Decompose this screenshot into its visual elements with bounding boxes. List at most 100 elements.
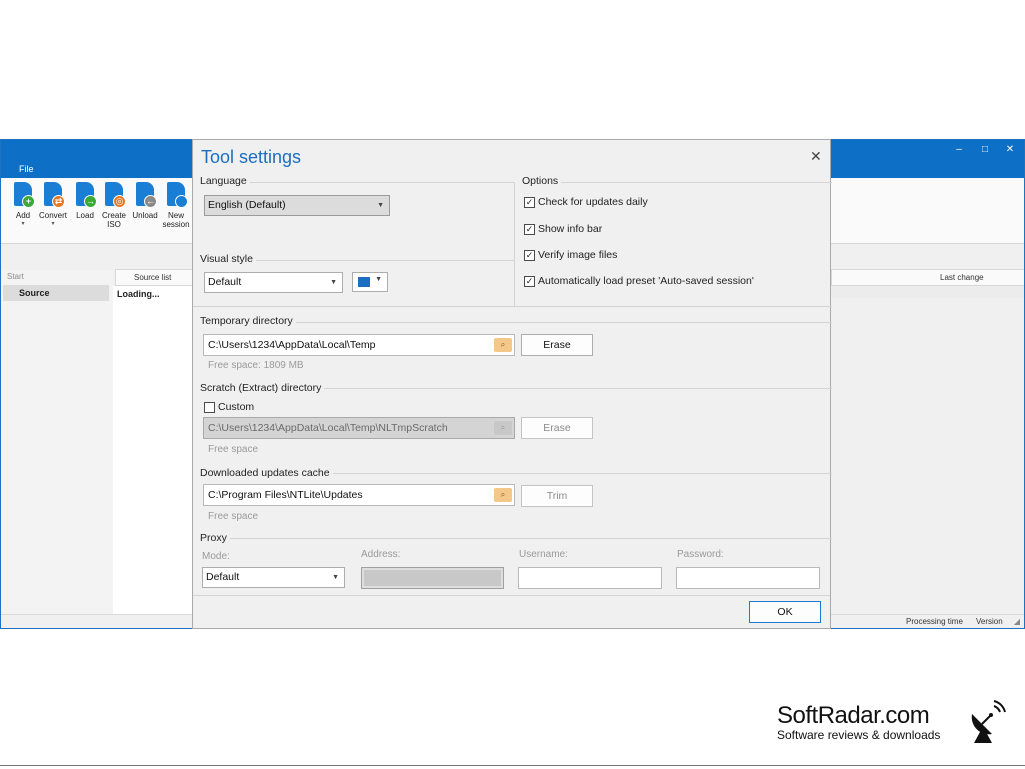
proxy-address-label: Address: bbox=[361, 549, 401, 560]
ribbon-button-label: Unload bbox=[132, 211, 158, 220]
source-list-area bbox=[113, 286, 195, 614]
list-row bbox=[831, 286, 1024, 298]
add-icon: + bbox=[12, 182, 35, 208]
softradar-watermark: SoftRadar.com Software reviews & downloa… bbox=[777, 702, 940, 742]
folder-browse-icon[interactable]: ⌕ bbox=[494, 488, 512, 502]
proxy-password-label: Password: bbox=[677, 549, 724, 560]
scratch-dir-input[interactable]: C:\Users\1234\AppData\Local\Temp\NLTmpSc… bbox=[203, 417, 515, 439]
option-checkbox[interactable]: ✓ Automatically load preset 'Auto-saved s… bbox=[524, 275, 754, 287]
language-value: English (Default) bbox=[208, 199, 286, 211]
chevron-down-icon: ▼ bbox=[332, 574, 339, 581]
checkbox-box: ✓ bbox=[524, 196, 535, 208]
ribbon-button-create-iso[interactable]: ◎ Create ISO bbox=[100, 182, 128, 229]
language-select[interactable]: English (Default) ▼ bbox=[204, 195, 390, 216]
accent-color-picker[interactable]: ▼ bbox=[352, 272, 388, 292]
option-label: Show info bar bbox=[538, 223, 603, 235]
trim-button[interactable]: Trim bbox=[521, 485, 593, 507]
visual-style-value: Default bbox=[208, 276, 242, 288]
ribbon-button-load[interactable]: → Load bbox=[71, 182, 99, 220]
resize-grip-icon[interactable]: ◢ bbox=[1014, 617, 1020, 626]
option-label: Check for updates daily bbox=[538, 196, 648, 208]
option-label: Automatically load preset 'Auto-saved se… bbox=[538, 275, 754, 287]
checkbox-box: ✓ bbox=[524, 249, 535, 261]
temp-dir-input[interactable]: C:\Users\1234\AppData\Local\Temp ⌕ bbox=[203, 334, 515, 356]
checkbox-box bbox=[204, 401, 215, 413]
visual-style-label: Visual style bbox=[200, 253, 256, 265]
chevron-down-icon: ▼ bbox=[375, 276, 382, 283]
status-version: Version bbox=[976, 617, 1003, 626]
proxy-mode-label: Mode: bbox=[202, 551, 230, 562]
chevron-down-icon: ▼ bbox=[377, 202, 384, 209]
ribbon-button-label: Convert bbox=[39, 211, 68, 220]
folder-browse-icon[interactable]: ⌕ bbox=[494, 338, 512, 352]
erase-scratch-button[interactable]: Erase bbox=[521, 417, 593, 439]
option-checkbox[interactable]: ✓ Show info bar bbox=[524, 223, 602, 235]
close-icon[interactable]: ✕ bbox=[810, 148, 822, 165]
status-processing-time: Processing time bbox=[906, 617, 963, 626]
start-header: Start bbox=[7, 272, 24, 281]
dialog-title: Tool settings bbox=[201, 147, 302, 167]
watermark-name: SoftRadar.com bbox=[777, 702, 930, 729]
ribbon-button-new-session[interactable]: New session bbox=[162, 182, 190, 229]
convert-icon: ⇄ bbox=[42, 182, 65, 208]
file-menu[interactable]: File bbox=[19, 164, 34, 174]
updates-cache-path: C:\Program Files\NTLite\Updates bbox=[208, 489, 363, 501]
unload-icon: ← bbox=[134, 182, 157, 208]
scratch-dir-label: Scratch (Extract) directory bbox=[200, 382, 325, 394]
checkbox-box: ✓ bbox=[524, 223, 535, 235]
proxy-address-input[interactable] bbox=[361, 567, 504, 589]
source-list-column-header[interactable]: Source list bbox=[115, 269, 195, 286]
temp-dir-path: C:\Users\1234\AppData\Local\Temp bbox=[208, 339, 376, 351]
erase-temp-button[interactable]: Erase bbox=[521, 334, 593, 356]
ribbon-button-convert[interactable]: ⇄ Convert ▾ bbox=[39, 182, 67, 229]
visual-style-select[interactable]: Default ▼ bbox=[204, 272, 343, 293]
last-change-column-header[interactable]: Last change bbox=[831, 269, 1024, 286]
scratch-custom-label: Custom bbox=[218, 401, 255, 413]
minimize-icon[interactable]: – bbox=[952, 144, 966, 155]
ok-button[interactable]: OK bbox=[749, 601, 821, 623]
proxy-username-label: Username: bbox=[519, 549, 568, 560]
close-window-icon[interactable]: ✕ bbox=[1003, 144, 1017, 155]
satellite-dish-icon bbox=[971, 700, 1006, 743]
ribbon-button-label: New session bbox=[162, 211, 190, 229]
ribbon-button-add[interactable]: + Add ▾ bbox=[9, 182, 37, 229]
ribbon-button-label: Create ISO bbox=[101, 211, 126, 229]
option-checkbox[interactable]: ✓ Check for updates daily bbox=[524, 196, 648, 208]
create-iso-icon: ◎ bbox=[103, 182, 126, 208]
scratch-custom-checkbox[interactable]: Custom bbox=[204, 401, 254, 413]
chevron-down-icon: ▾ bbox=[21, 221, 25, 227]
checkbox-box: ✓ bbox=[524, 275, 535, 287]
option-checkbox[interactable]: ✓ Verify image files bbox=[524, 249, 617, 261]
new-session-icon bbox=[165, 182, 188, 208]
proxy-mode-value: Default bbox=[206, 571, 240, 583]
ribbon-button-label: Add bbox=[15, 211, 31, 220]
chevron-down-icon: ▾ bbox=[51, 221, 55, 227]
folder-browse-icon: ⌕ bbox=[494, 421, 512, 435]
language-label: Language bbox=[200, 175, 250, 187]
chevron-down-icon: ▼ bbox=[330, 279, 337, 286]
scratch-free-space: Free space bbox=[208, 444, 259, 455]
options-label: Options bbox=[522, 175, 562, 187]
maximize-icon[interactable]: □ bbox=[978, 144, 992, 155]
ribbon-button-label: Load bbox=[76, 211, 94, 220]
sidebar-item-source[interactable]: Source bbox=[3, 285, 109, 301]
updates-free-space: Free space bbox=[208, 511, 259, 522]
left-pane bbox=[1, 270, 113, 615]
temp-free-space: Free space: 1809 MB bbox=[208, 360, 304, 371]
color-swatch bbox=[358, 277, 370, 287]
divider bbox=[0, 765, 1025, 766]
option-label: Verify image files bbox=[538, 249, 618, 261]
tool-settings-dialog: Tool settings ✕ Language English (Defaul… bbox=[192, 139, 832, 629]
updates-cache-input[interactable]: C:\Program Files\NTLite\Updates ⌕ bbox=[203, 484, 515, 506]
proxy-username-input[interactable] bbox=[518, 567, 662, 589]
temp-dir-label: Temporary directory bbox=[200, 315, 296, 327]
watermark-tagline: Software reviews & downloads bbox=[777, 728, 941, 742]
loading-status: Loading... bbox=[117, 289, 160, 299]
proxy-password-input[interactable] bbox=[676, 567, 820, 589]
proxy-label: Proxy bbox=[200, 532, 230, 544]
scratch-dir-path: C:\Users\1234\AppData\Local\Temp\NLTmpSc… bbox=[208, 422, 448, 434]
ribbon-button-unload[interactable]: ← Unload bbox=[131, 182, 159, 220]
load-icon: → bbox=[74, 182, 97, 208]
proxy-mode-select[interactable]: Default ▼ bbox=[202, 567, 345, 588]
updates-cache-label: Downloaded updates cache bbox=[200, 467, 333, 479]
